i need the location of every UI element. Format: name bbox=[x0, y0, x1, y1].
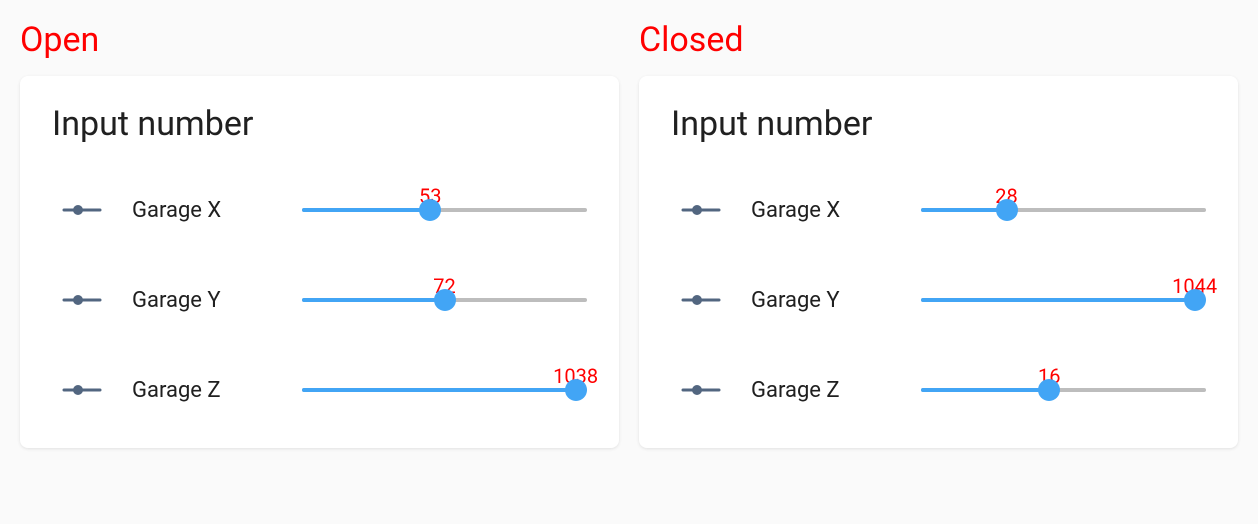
row-garage-x-closed: Garage X 28 bbox=[671, 180, 1206, 240]
slider-garage-x-open[interactable]: 53 bbox=[302, 208, 587, 212]
slider-track bbox=[302, 208, 587, 212]
container: Open Input number Garage X 53 bbox=[20, 20, 1238, 448]
slider-thumb[interactable] bbox=[565, 379, 587, 401]
slider-fill bbox=[302, 388, 576, 392]
card-open: Input number Garage X 53 bbox=[20, 76, 619, 448]
slider-fill bbox=[921, 298, 1195, 302]
panel-title-closed: Closed bbox=[639, 20, 1238, 60]
row-garage-x-open: Garage X 53 bbox=[52, 180, 587, 240]
row-garage-y-open: Garage Y 72 bbox=[52, 270, 587, 330]
slider-garage-y-closed[interactable]: 1044 bbox=[921, 298, 1206, 302]
card-title-closed: Input number bbox=[671, 104, 1206, 144]
slider-fill bbox=[302, 208, 430, 212]
input-range-icon bbox=[671, 200, 731, 220]
input-range-icon bbox=[671, 380, 731, 400]
slider-thumb[interactable] bbox=[996, 199, 1018, 221]
slider-garage-z-open[interactable]: 1038 bbox=[302, 388, 587, 392]
slider-garage-y-open[interactable]: 72 bbox=[302, 298, 587, 302]
row-label: Garage Z bbox=[751, 378, 901, 403]
slider-fill bbox=[921, 388, 1049, 392]
input-range-icon bbox=[52, 290, 112, 310]
slider-thumb[interactable] bbox=[1038, 379, 1060, 401]
input-range-icon bbox=[52, 200, 112, 220]
panel-open: Open Input number Garage X 53 bbox=[20, 20, 619, 448]
panel-closed: Closed Input number Garage X 28 bbox=[639, 20, 1238, 448]
slider-track bbox=[302, 298, 587, 302]
slider-track bbox=[921, 208, 1206, 212]
input-range-icon bbox=[671, 290, 731, 310]
slider-fill bbox=[921, 208, 1007, 212]
slider-garage-z-closed[interactable]: 16 bbox=[921, 388, 1206, 392]
card-closed: Input number Garage X 28 bbox=[639, 76, 1238, 448]
input-range-icon bbox=[52, 380, 112, 400]
panel-title-open: Open bbox=[20, 20, 619, 60]
slider-garage-x-closed[interactable]: 28 bbox=[921, 208, 1206, 212]
slider-track bbox=[921, 298, 1206, 302]
row-garage-z-open: Garage Z 1038 bbox=[52, 360, 587, 420]
row-label: Garage Y bbox=[132, 288, 282, 313]
row-garage-y-closed: Garage Y 1044 bbox=[671, 270, 1206, 330]
slider-thumb[interactable] bbox=[419, 199, 441, 221]
row-label: Garage Y bbox=[751, 288, 901, 313]
row-garage-z-closed: Garage Z 16 bbox=[671, 360, 1206, 420]
slider-thumb[interactable] bbox=[434, 289, 456, 311]
slider-thumb[interactable] bbox=[1184, 289, 1206, 311]
card-title-open: Input number bbox=[52, 104, 587, 144]
slider-fill bbox=[302, 298, 445, 302]
row-label: Garage X bbox=[751, 198, 901, 223]
row-label: Garage X bbox=[132, 198, 282, 223]
slider-track bbox=[302, 388, 587, 392]
slider-track bbox=[921, 388, 1206, 392]
row-label: Garage Z bbox=[132, 378, 282, 403]
